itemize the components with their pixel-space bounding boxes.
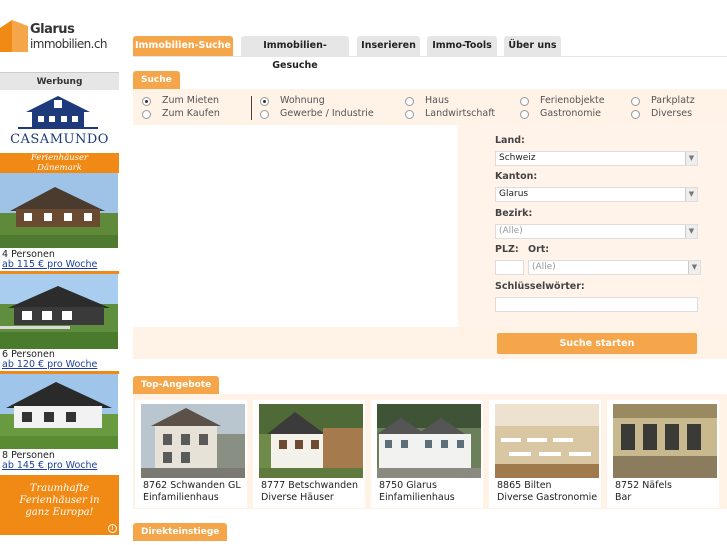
ort-select-value: (Alle) xyxy=(532,262,556,272)
tab-inserieren[interactable]: Inserieren xyxy=(357,36,420,56)
bezirk-label: Bezirk: xyxy=(495,208,533,219)
ad-info-icon[interactable]: i xyxy=(108,524,117,533)
radio-landwirtschaft[interactable] xyxy=(405,110,414,119)
map-area xyxy=(133,125,458,327)
label-zum-kaufen[interactable]: Zum Kaufen xyxy=(162,108,220,119)
werbung-header: Werbung xyxy=(0,72,119,90)
label-diverses[interactable]: Diverses xyxy=(651,108,692,119)
kanton-select[interactable]: Glarus ▼ xyxy=(495,187,698,202)
offer-photo[interactable] xyxy=(141,404,245,478)
radio-gastronomie[interactable] xyxy=(520,110,529,119)
ad-offer-price-link[interactable]: ab 115 € pro Woche xyxy=(2,259,97,270)
kanton-label: Kanton: xyxy=(495,171,538,182)
logo-line1: Glarus xyxy=(30,22,75,37)
ad-house-photo[interactable] xyxy=(0,374,118,449)
offer-card[interactable]: 8777 Betschwanden Diverse Häuser xyxy=(253,400,365,508)
label-gastronomie[interactable]: Gastronomie xyxy=(540,108,601,119)
label-ferienobjekte[interactable]: Ferienobjekte xyxy=(540,95,605,106)
ad-tagline-2: Dänemark xyxy=(37,162,82,173)
radio-haus[interactable] xyxy=(405,97,414,106)
tab-immobilien-gesuche[interactable]: Immobilien-Gesuche xyxy=(241,36,349,71)
offer-type: Diverse Gastronomie xyxy=(497,492,598,503)
label-parkplatz[interactable]: Parkplatz xyxy=(651,95,695,106)
sidebar: Glarus immobilien.ch Werbung CASAMUNDO F… xyxy=(0,0,119,545)
keywords-label: Schlüsselwörter: xyxy=(495,281,585,292)
offer-type: Bar xyxy=(615,492,632,503)
offer-photo[interactable] xyxy=(259,404,363,478)
ad-tagline: Ferienhäuser Dänemark xyxy=(0,153,119,173)
chevron-down-icon: ▼ xyxy=(685,225,697,238)
ad-offer-price-link[interactable]: ab 120 € pro Woche xyxy=(2,359,97,370)
top-angebote-tab: Top-Angebote xyxy=(133,376,220,394)
kanton-select-value: Glarus xyxy=(499,189,529,199)
label-zum-mieten[interactable]: Zum Mieten xyxy=(162,95,219,106)
bezirk-select[interactable]: (Alle) ▼ xyxy=(495,224,698,239)
offer-photo[interactable] xyxy=(377,404,481,478)
offer-card[interactable]: 8752 Näfels Bar xyxy=(607,400,719,508)
ad-slogan-3: ganz Europa! xyxy=(25,507,94,518)
offer-card[interactable]: 8762 Schwanden GL Einfamilienhaus xyxy=(135,400,247,508)
radio-ferienobjekte[interactable] xyxy=(520,97,529,106)
ad-brand-name: CASAMUNDO xyxy=(10,132,109,147)
ad-house-photo[interactable] xyxy=(0,173,118,248)
bezirk-select-value: (Alle) xyxy=(499,226,523,236)
tab-immo-tools[interactable]: Immo-Tools xyxy=(427,36,497,56)
land-label: Land: xyxy=(495,135,525,146)
land-select[interactable]: Schweiz ▼ xyxy=(495,151,698,166)
label-landwirtschaft[interactable]: Landwirtschaft xyxy=(425,108,495,119)
chevron-down-icon: ▼ xyxy=(688,261,700,274)
radio-parkplatz[interactable] xyxy=(631,97,640,106)
label-haus[interactable]: Haus xyxy=(425,95,449,106)
ad-brand: CASAMUNDO xyxy=(0,92,119,152)
offer-photo[interactable] xyxy=(613,404,717,478)
search-start-button[interactable]: Suche starten xyxy=(497,333,697,354)
offer-place: 8777 Betschwanden xyxy=(261,480,358,491)
ort-label: Ort: xyxy=(528,244,550,255)
offer-place: 8762 Schwanden GL xyxy=(143,480,241,491)
site-logo[interactable]: Glarus immobilien.ch xyxy=(0,18,119,56)
radio-wohnung[interactable] xyxy=(260,97,269,106)
radio-zum-kaufen[interactable] xyxy=(142,110,151,119)
chevron-down-icon: ▼ xyxy=(685,152,697,165)
radio-gewerbe-industrie[interactable] xyxy=(260,110,269,119)
offer-card[interactable]: 8865 Bilten Diverse Gastronomie xyxy=(489,400,601,508)
nav-divider xyxy=(133,56,727,57)
tab-ueber-uns[interactable]: Über uns xyxy=(504,36,561,56)
radio-zum-mieten[interactable] xyxy=(142,97,151,106)
ad-slogan-1: Traumhafte xyxy=(29,483,90,494)
offer-type: Einfamilienhaus xyxy=(379,492,455,503)
casamundo-house-icon xyxy=(18,96,98,129)
tab-immobilien-suche[interactable]: Immobilien-Suche xyxy=(133,36,233,56)
casamundo-ad[interactable]: CASAMUNDO Ferienhäuser Dänemark 4 Person… xyxy=(0,92,119,538)
offer-place: 8865 Bilten xyxy=(497,480,552,491)
logo-mark-icon xyxy=(0,20,28,52)
plz-input[interactable] xyxy=(495,260,524,275)
search-section-tab: Suche xyxy=(133,71,180,89)
offer-type: Diverse Häuser xyxy=(261,492,334,503)
direkteinstiege-tab: Direkteinstiege xyxy=(133,523,228,541)
ort-select[interactable]: (Alle) ▼ xyxy=(528,260,701,275)
ad-house-photo[interactable] xyxy=(0,274,118,349)
label-wohnung[interactable]: Wohnung xyxy=(280,95,325,106)
mode-divider xyxy=(251,96,252,120)
offer-photo[interactable] xyxy=(495,404,599,478)
keywords-input[interactable] xyxy=(495,297,698,312)
ad-slogan-2: Ferienhäuser in xyxy=(19,495,100,506)
offer-place: 8752 Näfels xyxy=(615,480,672,491)
ad-offer-price-link[interactable]: ab 145 € pro Woche xyxy=(2,460,97,471)
plz-label: PLZ: xyxy=(495,244,519,255)
radio-diverses[interactable] xyxy=(631,110,640,119)
ad-slogan[interactable]: Traumhafte Ferienhäuser in ganz Europa! … xyxy=(0,475,119,535)
offer-type: Einfamilienhaus xyxy=(143,492,219,503)
chevron-down-icon: ▼ xyxy=(685,188,697,201)
land-select-value: Schweiz xyxy=(499,153,536,163)
offer-card[interactable]: 8750 Glarus Einfamilienhaus xyxy=(371,400,483,508)
label-gewerbe-industrie[interactable]: Gewerbe / Industrie xyxy=(280,108,374,119)
logo-line2: immobilien.ch xyxy=(30,37,107,51)
offer-place: 8750 Glarus xyxy=(379,480,437,491)
